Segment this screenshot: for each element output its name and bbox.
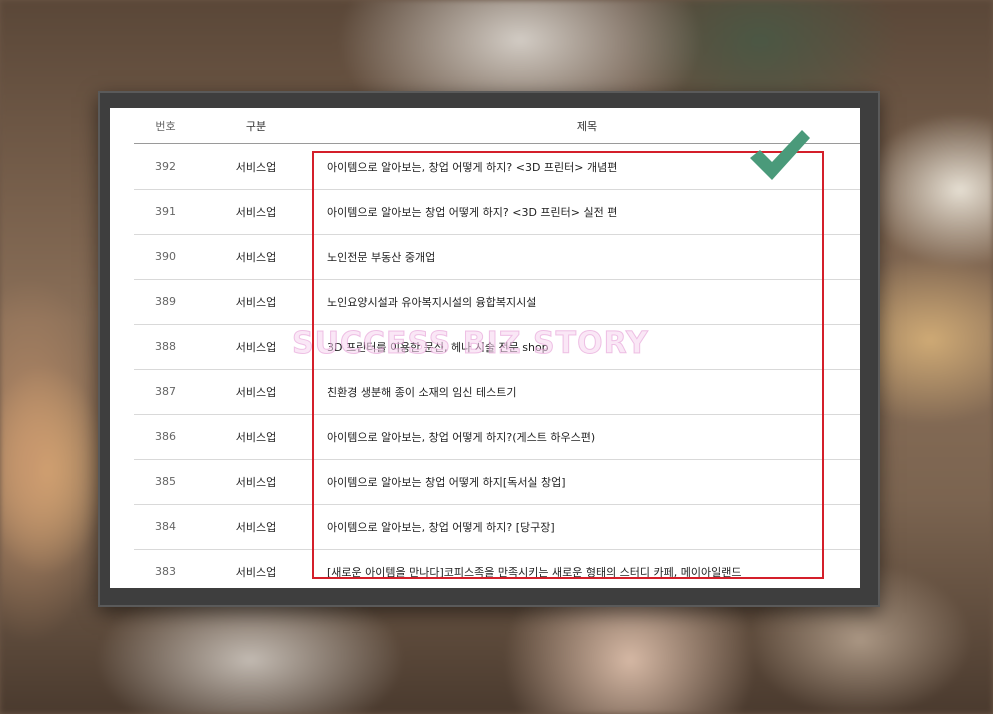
table-row[interactable]: 389 서비스업 노인요양시설과 유아복지시설의 융합복지시설	[134, 279, 860, 325]
table-row[interactable]: 390 서비스업 노인전문 부동산 중개업	[134, 234, 860, 280]
table-row[interactable]: 386 서비스업 아이템으로 알아보는, 창업 어떻게 하지?(게스트 하우스편…	[134, 414, 860, 460]
row-title-link[interactable]: 아이템으로 알아보는, 창업 어떻게 하지?(게스트 하우스편)	[327, 414, 847, 459]
row-title-link[interactable]: 3D 프린터를 이용한 문신, 헤나 시술 전문 shop	[327, 324, 847, 369]
table-row[interactable]: 384 서비스업 아이템으로 알아보는, 창업 어떻게 하지? [당구장]	[134, 504, 860, 550]
row-num: 384	[155, 520, 176, 533]
row-num: 392	[155, 160, 176, 173]
check-mark-icon	[750, 130, 810, 180]
row-title-link[interactable]: 친환경 생분해 종이 소재의 임신 테스트기	[327, 369, 847, 414]
table-row[interactable]: 383 서비스업 [새로운 아이템을 만나다]코피스족을 만족시키는 새로운 형…	[134, 549, 860, 588]
row-category: 서비스업	[235, 160, 277, 174]
row-num: 388	[155, 340, 176, 353]
row-category: 서비스업	[235, 250, 277, 264]
row-num: 385	[155, 475, 176, 488]
header-num: 번호	[155, 119, 176, 133]
row-category: 서비스업	[235, 205, 277, 219]
row-category: 서비스업	[235, 430, 277, 444]
row-title-link[interactable]: 아이템으로 알아보는, 창업 어떻게 하지? [당구장]	[327, 504, 847, 549]
row-title-link[interactable]: 아이템으로 알아보는 창업 어떻게 하지[독서실 창업]	[327, 459, 847, 504]
row-category: 서비스업	[235, 340, 277, 354]
row-category: 서비스업	[235, 385, 277, 399]
row-category: 서비스업	[235, 520, 277, 534]
row-num: 391	[155, 205, 176, 218]
table-row[interactable]: 385 서비스업 아이템으로 알아보는 창업 어떻게 하지[독서실 창업]	[134, 459, 860, 505]
row-category: 서비스업	[235, 475, 277, 489]
table-row[interactable]: 387 서비스업 친환경 생분해 종이 소재의 임신 테스트기	[134, 369, 860, 415]
table-row[interactable]: 391 서비스업 아이템으로 알아보는 창업 어떻게 하지? <3D 프린터> …	[134, 189, 860, 235]
header-category: 구분	[245, 119, 267, 133]
row-num: 389	[155, 295, 176, 308]
row-num: 387	[155, 385, 176, 398]
row-title-link[interactable]: 노인요양시설과 유아복지시설의 융합복지시설	[327, 279, 847, 324]
row-category: 서비스업	[235, 565, 277, 579]
table-row[interactable]: 388 서비스업 3D 프린터를 이용한 문신, 헤나 시술 전문 shop	[134, 324, 860, 370]
row-title-link[interactable]: 아이템으로 알아보는 창업 어떻게 하지? <3D 프린터> 실전 편	[327, 189, 847, 234]
row-num: 383	[155, 565, 176, 578]
row-title-link[interactable]: [새로운 아이템을 만나다]코피스족을 만족시키는 새로운 형태의 스터디 카페…	[327, 549, 847, 588]
row-num: 390	[155, 250, 176, 263]
row-category: 서비스업	[235, 295, 277, 309]
row-title-link[interactable]: 노인전문 부동산 중개업	[327, 234, 847, 279]
row-num: 386	[155, 430, 176, 443]
